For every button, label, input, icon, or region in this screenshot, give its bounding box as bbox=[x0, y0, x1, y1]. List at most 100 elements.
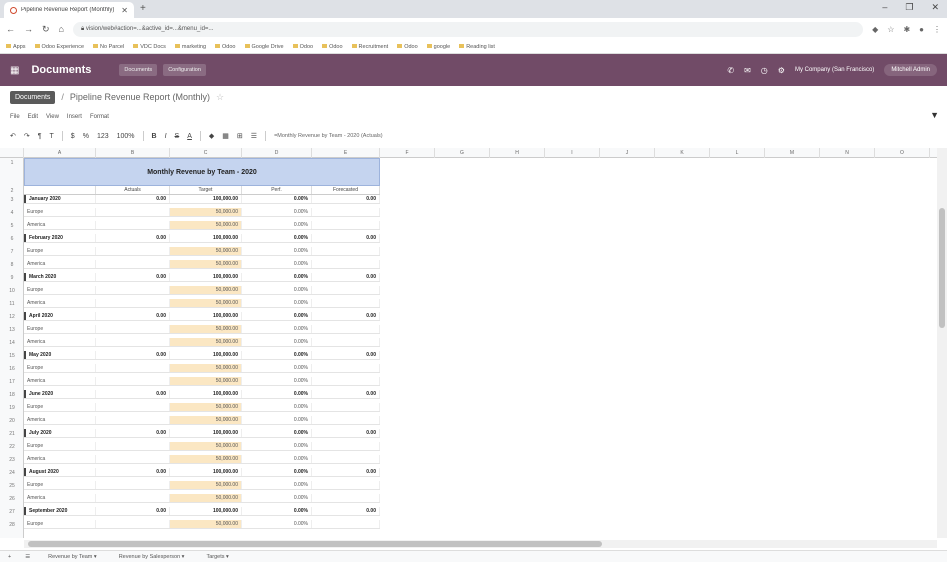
table-cell[interactable]: 0.00 bbox=[312, 312, 380, 320]
table-cell[interactable]: 100,000.00 bbox=[170, 234, 242, 242]
minimize-icon[interactable]: – bbox=[882, 2, 887, 13]
table-cell[interactable]: 100,000.00 bbox=[170, 273, 242, 281]
table-cell[interactable]: America bbox=[24, 416, 96, 424]
paint-format-icon[interactable]: ¶ bbox=[38, 133, 42, 140]
table-cell[interactable]: September 2020 bbox=[24, 507, 96, 515]
table-cell[interactable] bbox=[96, 442, 170, 450]
bookmark-item[interactable]: Odoo bbox=[215, 44, 235, 50]
add-sheet-icon[interactable]: + bbox=[8, 554, 11, 560]
table-cell[interactable] bbox=[96, 520, 170, 528]
row-number[interactable]: 10 bbox=[0, 288, 24, 294]
table-cell[interactable] bbox=[96, 325, 170, 333]
row-number[interactable]: 3 bbox=[0, 197, 24, 203]
table-cell[interactable]: 0.00 bbox=[96, 468, 170, 476]
table-cell[interactable] bbox=[312, 325, 380, 333]
table-cell[interactable] bbox=[312, 403, 380, 411]
table-cell[interactable]: 50,000.00 bbox=[170, 455, 242, 463]
redo-icon[interactable]: ↷ bbox=[24, 132, 30, 140]
undo-icon[interactable]: ↶ bbox=[10, 132, 16, 140]
table-cell[interactable]: 0.00 bbox=[312, 234, 380, 242]
row-number[interactable]: 24 bbox=[0, 470, 24, 476]
table-cell[interactable]: 50,000.00 bbox=[170, 247, 242, 255]
close-window-icon[interactable]: ✕ bbox=[931, 2, 939, 13]
table-cell[interactable] bbox=[96, 208, 170, 216]
header-cell[interactable]: Actuals bbox=[96, 186, 170, 194]
table-cell[interactable]: 0.00% bbox=[242, 299, 312, 307]
table-cell[interactable]: 0.00 bbox=[312, 429, 380, 437]
bookmark-item[interactable]: VDC Docs bbox=[133, 44, 166, 50]
table-cell[interactable]: 0.00% bbox=[242, 390, 312, 398]
table-cell[interactable]: Europe bbox=[24, 481, 96, 489]
breadcrumb-parent[interactable]: Documents bbox=[10, 90, 56, 104]
bookmark-item[interactable]: Odoo bbox=[397, 44, 417, 50]
table-cell[interactable]: 0.00 bbox=[312, 507, 380, 515]
table-cell[interactable]: 0.00% bbox=[242, 468, 312, 476]
table-cell[interactable] bbox=[96, 364, 170, 372]
table-cell[interactable] bbox=[96, 455, 170, 463]
table-cell[interactable]: April 2020 bbox=[24, 312, 96, 320]
table-cell[interactable]: Europe bbox=[24, 442, 96, 450]
puzzle-icon[interactable]: ✱ bbox=[903, 25, 910, 34]
table-cell[interactable] bbox=[96, 286, 170, 294]
table-cell[interactable] bbox=[96, 416, 170, 424]
number-format-select[interactable]: 123 bbox=[97, 133, 109, 140]
table-cell[interactable] bbox=[312, 494, 380, 502]
sheet-list-icon[interactable]: ☰ bbox=[25, 554, 30, 560]
table-cell[interactable] bbox=[312, 299, 380, 307]
table-cell[interactable]: 0.00% bbox=[242, 338, 312, 346]
bookmark-item[interactable]: Recruitment bbox=[352, 44, 389, 50]
table-cell[interactable]: August 2020 bbox=[24, 468, 96, 476]
table-cell[interactable]: 50,000.00 bbox=[170, 208, 242, 216]
maximize-icon[interactable]: ❐ bbox=[905, 2, 913, 13]
table-cell[interactable]: 0.00% bbox=[242, 442, 312, 450]
strikethrough-button[interactable]: S bbox=[175, 133, 180, 140]
table-cell[interactable] bbox=[312, 208, 380, 216]
table-cell[interactable]: 0.00% bbox=[242, 520, 312, 528]
menu-configuration[interactable]: Configuration bbox=[163, 64, 206, 76]
row-number[interactable]: 1 bbox=[0, 160, 24, 166]
column-header[interactable]: A bbox=[24, 148, 96, 158]
table-cell[interactable] bbox=[96, 494, 170, 502]
table-cell[interactable]: 50,000.00 bbox=[170, 325, 242, 333]
table-cell[interactable] bbox=[312, 260, 380, 268]
table-cell[interactable]: 100,000.00 bbox=[170, 507, 242, 515]
table-cell[interactable] bbox=[96, 299, 170, 307]
table-cell[interactable]: 0.00% bbox=[242, 286, 312, 294]
table-cell[interactable]: 0.00 bbox=[96, 507, 170, 515]
table-cell[interactable]: 0.00% bbox=[242, 429, 312, 437]
bookmark-item[interactable]: Odoo bbox=[293, 44, 313, 50]
column-header[interactable]: H bbox=[490, 148, 545, 158]
table-cell[interactable] bbox=[96, 247, 170, 255]
table-cell[interactable] bbox=[312, 481, 380, 489]
bookmark-item[interactable]: google bbox=[427, 44, 451, 50]
table-cell[interactable]: 0.00% bbox=[242, 494, 312, 502]
borders-icon[interactable]: ▦ bbox=[222, 132, 229, 140]
bookmark-item[interactable]: marketing bbox=[175, 44, 206, 50]
table-cell[interactable]: January 2020 bbox=[24, 195, 96, 203]
vertical-scrollbar[interactable] bbox=[937, 148, 947, 538]
bold-button[interactable]: B bbox=[152, 133, 157, 140]
table-cell[interactable] bbox=[96, 221, 170, 229]
table-cell[interactable]: 0.00 bbox=[312, 351, 380, 359]
table-cell[interactable]: 0.00 bbox=[312, 468, 380, 476]
settings-icon[interactable]: ⚙ bbox=[778, 66, 785, 75]
table-cell[interactable]: 0.00 bbox=[312, 273, 380, 281]
table-cell[interactable] bbox=[312, 455, 380, 463]
table-cell[interactable]: Europe bbox=[24, 520, 96, 528]
table-cell[interactable]: 50,000.00 bbox=[170, 338, 242, 346]
row-number[interactable]: 20 bbox=[0, 418, 24, 424]
table-cell[interactable]: 0.00% bbox=[242, 247, 312, 255]
clear-format-icon[interactable]: T bbox=[50, 133, 54, 140]
bookmark-item[interactable]: No Parcel bbox=[93, 44, 124, 50]
user-menu[interactable]: Mitchell Admin bbox=[884, 64, 937, 76]
row-number[interactable]: 15 bbox=[0, 353, 24, 359]
column-header[interactable]: D bbox=[242, 148, 312, 158]
align-icon[interactable]: ☰ bbox=[251, 132, 257, 140]
url-field[interactable]: 🔒︎ vision/web#action=...&active_id=...&m… bbox=[72, 21, 864, 37]
table-cell[interactable]: 0.00 bbox=[96, 351, 170, 359]
row-number[interactable]: 18 bbox=[0, 392, 24, 398]
table-cell[interactable] bbox=[312, 416, 380, 424]
row-number[interactable]: 28 bbox=[0, 522, 24, 528]
column-header[interactable]: N bbox=[820, 148, 875, 158]
bookmark-item[interactable]: Google Drive bbox=[245, 44, 284, 50]
